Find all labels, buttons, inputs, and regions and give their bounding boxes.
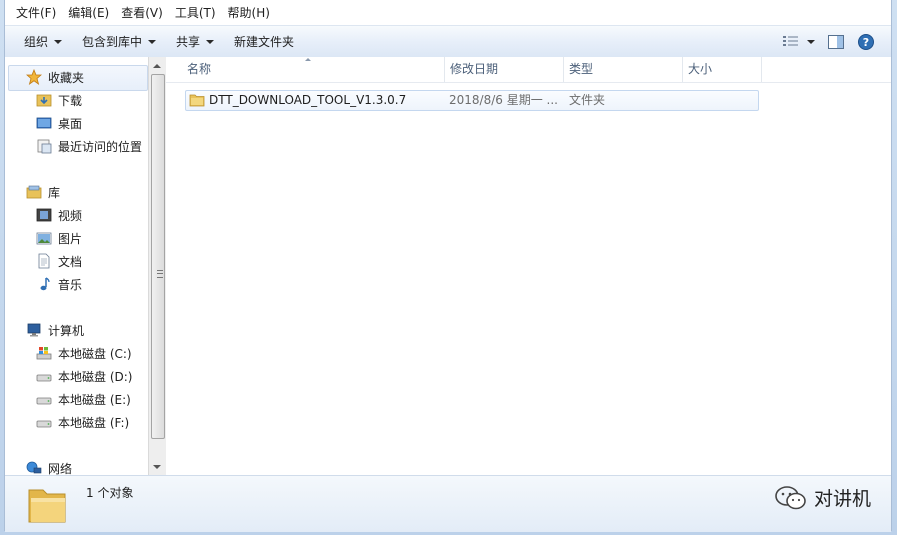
nav-label: 本地磁盘 (C:) [58,346,132,361]
chevron-down-icon [54,39,63,44]
downloads-folder-icon [36,92,52,108]
explorer-window: 文件(F) 编辑(E) 查看(V) 工具(T) 帮助(H) 组织 包含到库中 共… [4,0,892,532]
menu-bar: 文件(F) 编辑(E) 查看(V) 工具(T) 帮助(H) [5,0,891,24]
nav-computer[interactable]: 计算机 [26,319,84,341]
nav-favorites[interactable]: 收藏夹 [25,66,85,88]
desktop-icon [36,115,52,131]
nav-label: 图片 [58,231,83,246]
nav-libraries[interactable]: 库 [26,181,60,203]
nav-desktop[interactable]: 桌面 [36,112,82,134]
share-button[interactable]: 共享 [166,26,224,57]
file-modified: 2018/8/6 星期一 ... [449,93,558,107]
column-size[interactable]: 大小 [682,57,762,82]
share-label: 共享 [176,35,201,49]
chevron-down-icon [148,39,157,44]
document-icon [36,253,52,269]
organize-button[interactable]: 组织 [5,26,72,57]
menu-edit[interactable]: 编辑(E) [62,4,115,21]
help-button[interactable]: ? [855,31,877,53]
column-modified[interactable]: 修改日期 [444,57,564,82]
menu-view[interactable]: 查看(V) [115,4,169,21]
nav-label: 库 [48,185,61,200]
include-in-library-button[interactable]: 包含到库中 [72,26,166,57]
system-drive-icon [36,345,52,361]
nav-drive-d[interactable]: 本地磁盘 (D:) [36,365,132,387]
preview-pane-button[interactable] [825,31,847,53]
nav-label: 最近访问的位置 [58,139,143,154]
preview-pane-icon [828,34,844,49]
column-label: 大小 [688,62,713,76]
grip-icon [157,270,163,278]
column-type[interactable]: 类型 [563,57,683,82]
nav-label: 本地磁盘 (E:) [58,392,131,407]
file-row[interactable]: DTT_DOWNLOAD_TOOL_V1.3.0.7 2018/8/6 星期一 … [185,90,759,111]
column-name[interactable]: 名称 [181,57,445,82]
file-type: 文件夹 [569,93,606,107]
video-icon [36,207,52,223]
nav-drive-c[interactable]: 本地磁盘 (C:) [36,342,132,364]
nav-pictures[interactable]: 图片 [36,227,82,249]
item-count: 1 个对象 [86,486,134,500]
nav-recent-places[interactable]: 最近访问的位置 [36,135,142,157]
computer-icon [26,322,42,338]
organize-label: 组织 [24,35,49,49]
watermark-text: 对讲机 [813,488,871,510]
folder-icon [189,92,205,111]
chevron-down-icon [206,39,215,44]
nav-label: 桌面 [58,116,83,131]
scroll-down-icon[interactable] [153,465,161,469]
view-options-button[interactable] [781,31,817,53]
watermark: 对讲机 [774,484,871,511]
column-label: 修改日期 [450,62,499,76]
new-folder-button[interactable]: 新建文件夹 [224,26,304,57]
new-folder-label: 新建文件夹 [234,35,295,49]
nav-label: 下载 [58,93,83,108]
nav-label: 视频 [58,208,83,223]
libraries-icon [26,184,42,200]
scroll-up-icon[interactable] [153,64,161,68]
nav-drive-f[interactable]: 本地磁盘 (F:) [36,411,129,433]
include-in-library-label: 包含到库中 [82,35,143,49]
hard-drive-icon [36,368,52,384]
help-icon: ? [858,33,874,50]
chevron-down-icon [807,39,815,44]
hard-drive-icon [36,391,52,407]
details-view-icon [783,35,798,46]
nav-scrollbar[interactable] [148,57,166,475]
nav-label: 本地磁盘 (F:) [58,415,130,430]
file-name: DTT_DOWNLOAD_TOOL_V1.3.0.7 [209,93,407,107]
recent-places-icon [36,138,52,154]
column-label: 类型 [569,62,594,76]
nav-label: 网络 [48,461,73,476]
nav-documents[interactable]: 文档 [36,250,82,272]
menu-help[interactable]: 帮助(H) [222,4,276,21]
nav-label: 计算机 [48,323,85,338]
column-label: 名称 [187,62,212,76]
network-icon [26,460,42,476]
hard-drive-icon [36,414,52,430]
file-list-pane: 名称 修改日期 类型 大小 DTT_DOWNLOAD_TOOL_V1.3.0.7… [166,57,891,475]
folder-large-icon [28,489,66,523]
nav-label: 本地磁盘 (D:) [58,369,133,384]
menu-tools[interactable]: 工具(T) [169,4,222,21]
nav-label: 文档 [58,254,83,269]
nav-music[interactable]: 音乐 [36,273,82,295]
nav-downloads[interactable]: 下载 [36,89,82,111]
nav-label: 收藏夹 [48,70,85,85]
music-note-icon [36,276,52,292]
details-pane: 1 个对象 对讲机 [5,475,891,532]
column-header: 名称 修改日期 类型 大小 [166,57,891,83]
svg-text:?: ? [863,36,869,49]
wechat-icon [775,485,806,509]
pictures-icon [36,230,52,246]
nav-drive-e[interactable]: 本地磁盘 (E:) [36,388,131,410]
nav-videos[interactable]: 视频 [36,204,82,226]
nav-label: 音乐 [58,277,83,292]
menu-file[interactable]: 文件(F) [5,4,62,21]
scroll-thumb[interactable] [151,74,165,439]
command-bar: 组织 包含到库中 共享 新建文件夹 ? [5,25,891,58]
star-icon [25,68,43,85]
navigation-pane: 收藏夹 下载 桌面 最近访问的位置 库 视频 图片 文档 音乐 计算机 本地磁盘… [5,57,148,476]
